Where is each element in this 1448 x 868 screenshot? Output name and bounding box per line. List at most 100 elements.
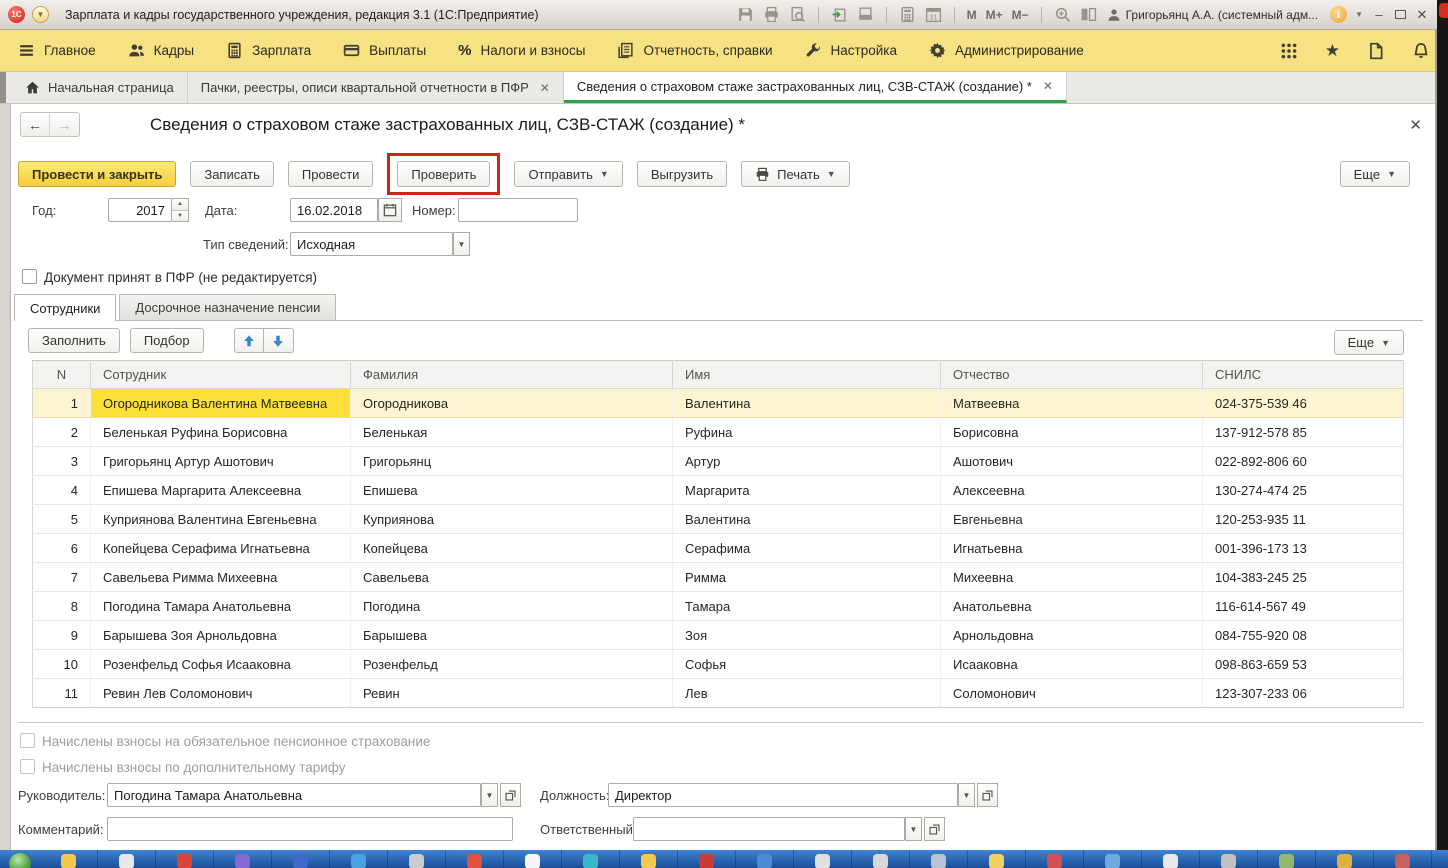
cell[interactable]: Беленькая Руфина Борисовна <box>91 418 351 447</box>
cell[interactable]: Григорьянц <box>351 447 673 476</box>
cell[interactable]: Валентина <box>673 505 941 534</box>
taskbar-app-icon[interactable] <box>1200 850 1258 868</box>
cell[interactable]: Беленькая <box>351 418 673 447</box>
responsible-input[interactable] <box>633 817 905 841</box>
cell[interactable]: 11 <box>33 679 91 708</box>
taskbar-app-icon[interactable] <box>678 850 736 868</box>
taskbar-app-icon[interactable] <box>1026 850 1084 868</box>
cell[interactable]: 5 <box>33 505 91 534</box>
stepper-down-icon[interactable]: ▼ <box>172 211 188 222</box>
comment-input[interactable] <box>107 817 513 841</box>
tab-pfr-packs[interactable]: Пачки, реестры, описи квартальной отчетн… <box>188 72 564 103</box>
year-stepper[interactable]: ▲▼ <box>172 198 189 222</box>
cell[interactable]: 098-863-659 53 <box>1203 650 1404 679</box>
cell[interactable]: Барышева Зоя Арнольдовна <box>91 621 351 650</box>
current-user[interactable]: Григорьянц А.А. (системный адм... <box>1107 8 1318 22</box>
table-row[interactable]: 8Погодина Тамара АнатольевнаПогодинаТама… <box>33 592 1404 621</box>
cell[interactable]: Соломонович <box>941 679 1203 708</box>
cell[interactable]: Барышева <box>351 621 673 650</box>
cell[interactable]: Погодина <box>351 592 673 621</box>
table-row[interactable]: 4Епишева Маргарита АлексеевнаЕпишеваМарг… <box>33 476 1404 505</box>
bell-icon[interactable] <box>1412 42 1430 60</box>
cell[interactable]: Ревин <box>351 679 673 708</box>
more-button-list[interactable]: Еще▼ <box>1334 330 1404 355</box>
history-icon[interactable] <box>1367 42 1385 60</box>
forward-button[interactable]: → <box>50 113 79 136</box>
cell[interactable]: Епишева <box>351 476 673 505</box>
cell[interactable]: 3 <box>33 447 91 476</box>
menu-item-otchetnost[interactable]: Отчетность, справки <box>617 42 772 59</box>
table-row[interactable]: 10Розенфельд Софья ИсааковнаРозенфельдСо… <box>33 650 1404 679</box>
cell[interactable]: 024-375-539 46 <box>1203 389 1404 418</box>
pechat-button[interactable]: Печать▼ <box>741 161 850 187</box>
info-caret-icon[interactable]: ▼ <box>1355 10 1363 19</box>
taskbar-app-icon[interactable] <box>562 850 620 868</box>
taskbar-app-icon[interactable] <box>272 850 330 868</box>
menu-item-glavnoe[interactable]: Главное <box>18 42 96 59</box>
start-button[interactable] <box>0 850 40 868</box>
cell[interactable]: 116-614-567 49 <box>1203 592 1404 621</box>
export-icon[interactable] <box>831 6 848 23</box>
memory-М+-button[interactable]: М+ <box>986 8 1003 22</box>
date-picker-button[interactable] <box>378 198 402 222</box>
cell[interactable]: Епишева Маргарита Алексеевна <box>91 476 351 505</box>
otpravit-button[interactable]: Отправить▼ <box>514 161 622 187</box>
taskbar-app-icon[interactable] <box>852 850 910 868</box>
taskbar-app-icon[interactable] <box>620 850 678 868</box>
provesti-button[interactable]: Провести <box>288 161 374 187</box>
accepted-pfr-checkbox[interactable] <box>22 269 37 284</box>
cell[interactable]: Ашотович <box>941 447 1203 476</box>
cell[interactable]: 9 <box>33 621 91 650</box>
taskbar-app-icon[interactable] <box>794 850 852 868</box>
number-input[interactable] <box>458 198 578 222</box>
type-select[interactable] <box>290 232 453 256</box>
taskbar-app-icon[interactable] <box>214 850 272 868</box>
taskbar-app-icon[interactable] <box>1142 850 1200 868</box>
position-input[interactable] <box>608 783 958 807</box>
type-dropdown-button[interactable]: ▼ <box>453 232 470 256</box>
manager-open-button[interactable] <box>500 783 521 807</box>
year-input[interactable] <box>108 198 172 222</box>
taskbar-app-icon[interactable] <box>98 850 156 868</box>
tab-home[interactable]: Начальная страница <box>12 72 188 103</box>
cell[interactable]: 10 <box>33 650 91 679</box>
table-row[interactable]: 2Беленькая Руфина БорисовнаБеленькаяРуфи… <box>33 418 1404 447</box>
zoom-icon[interactable] <box>1054 6 1071 23</box>
provesti-zakryt-button[interactable]: Провести и закрыть <box>18 161 176 187</box>
move-up-button[interactable] <box>234 328 264 353</box>
cell[interactable]: 022-892-806 60 <box>1203 447 1404 476</box>
memory-М−-button[interactable]: М− <box>1012 8 1029 22</box>
column-header-4[interactable]: Отчество <box>941 361 1203 389</box>
print-icon[interactable] <box>763 6 780 23</box>
cell[interactable]: Розенфельд Софья Исааковна <box>91 650 351 679</box>
cell[interactable]: Артур <box>673 447 941 476</box>
manager-input[interactable] <box>107 783 481 807</box>
taskbar-app-icon[interactable] <box>446 850 504 868</box>
cell[interactable]: Тамара <box>673 592 941 621</box>
more-button-toolbar[interactable]: Еще▼ <box>1340 161 1410 187</box>
move-down-button[interactable] <box>264 328 294 353</box>
star-icon[interactable]: ★ <box>1325 42 1340 60</box>
cell[interactable]: 1 <box>33 389 91 418</box>
pick-button[interactable]: Подбор <box>130 328 204 353</box>
memory-М-button[interactable]: М <box>967 8 977 22</box>
taskbar-app-icon[interactable] <box>1084 850 1142 868</box>
cell[interactable]: 130-274-474 25 <box>1203 476 1404 505</box>
menu-item-zarplata[interactable]: Зарплата <box>226 42 311 59</box>
maximize-button[interactable] <box>1395 10 1406 19</box>
cell[interactable]: Погодина Тамара Анатольевна <box>91 592 351 621</box>
cell[interactable]: Савельева <box>351 563 673 592</box>
taskbar-app-icon[interactable] <box>910 850 968 868</box>
table-row[interactable]: 7Савельева Римма МихеевнаСавельеваРиммаМ… <box>33 563 1404 592</box>
cell[interactable]: 4 <box>33 476 91 505</box>
taskbar-app-icon[interactable] <box>330 850 388 868</box>
apps-grid-icon[interactable] <box>1280 42 1298 60</box>
cell[interactable]: Савельева Римма Михеевна <box>91 563 351 592</box>
table-row[interactable]: 9Барышева Зоя АрнольдовнаБарышеваЗояАрно… <box>33 621 1404 650</box>
position-dropdown-button[interactable]: ▼ <box>958 783 975 807</box>
table-row[interactable]: 11Ревин Лев СоломоновичРевинЛевСоломонов… <box>33 679 1404 708</box>
cell[interactable]: Борисовна <box>941 418 1203 447</box>
table-row[interactable]: 5Куприянова Валентина ЕвгеньевнаКуприяно… <box>33 505 1404 534</box>
inner-tab-sotrudniki[interactable]: Сотрудники <box>14 294 116 321</box>
taskbar-app-icon[interactable] <box>1258 850 1316 868</box>
